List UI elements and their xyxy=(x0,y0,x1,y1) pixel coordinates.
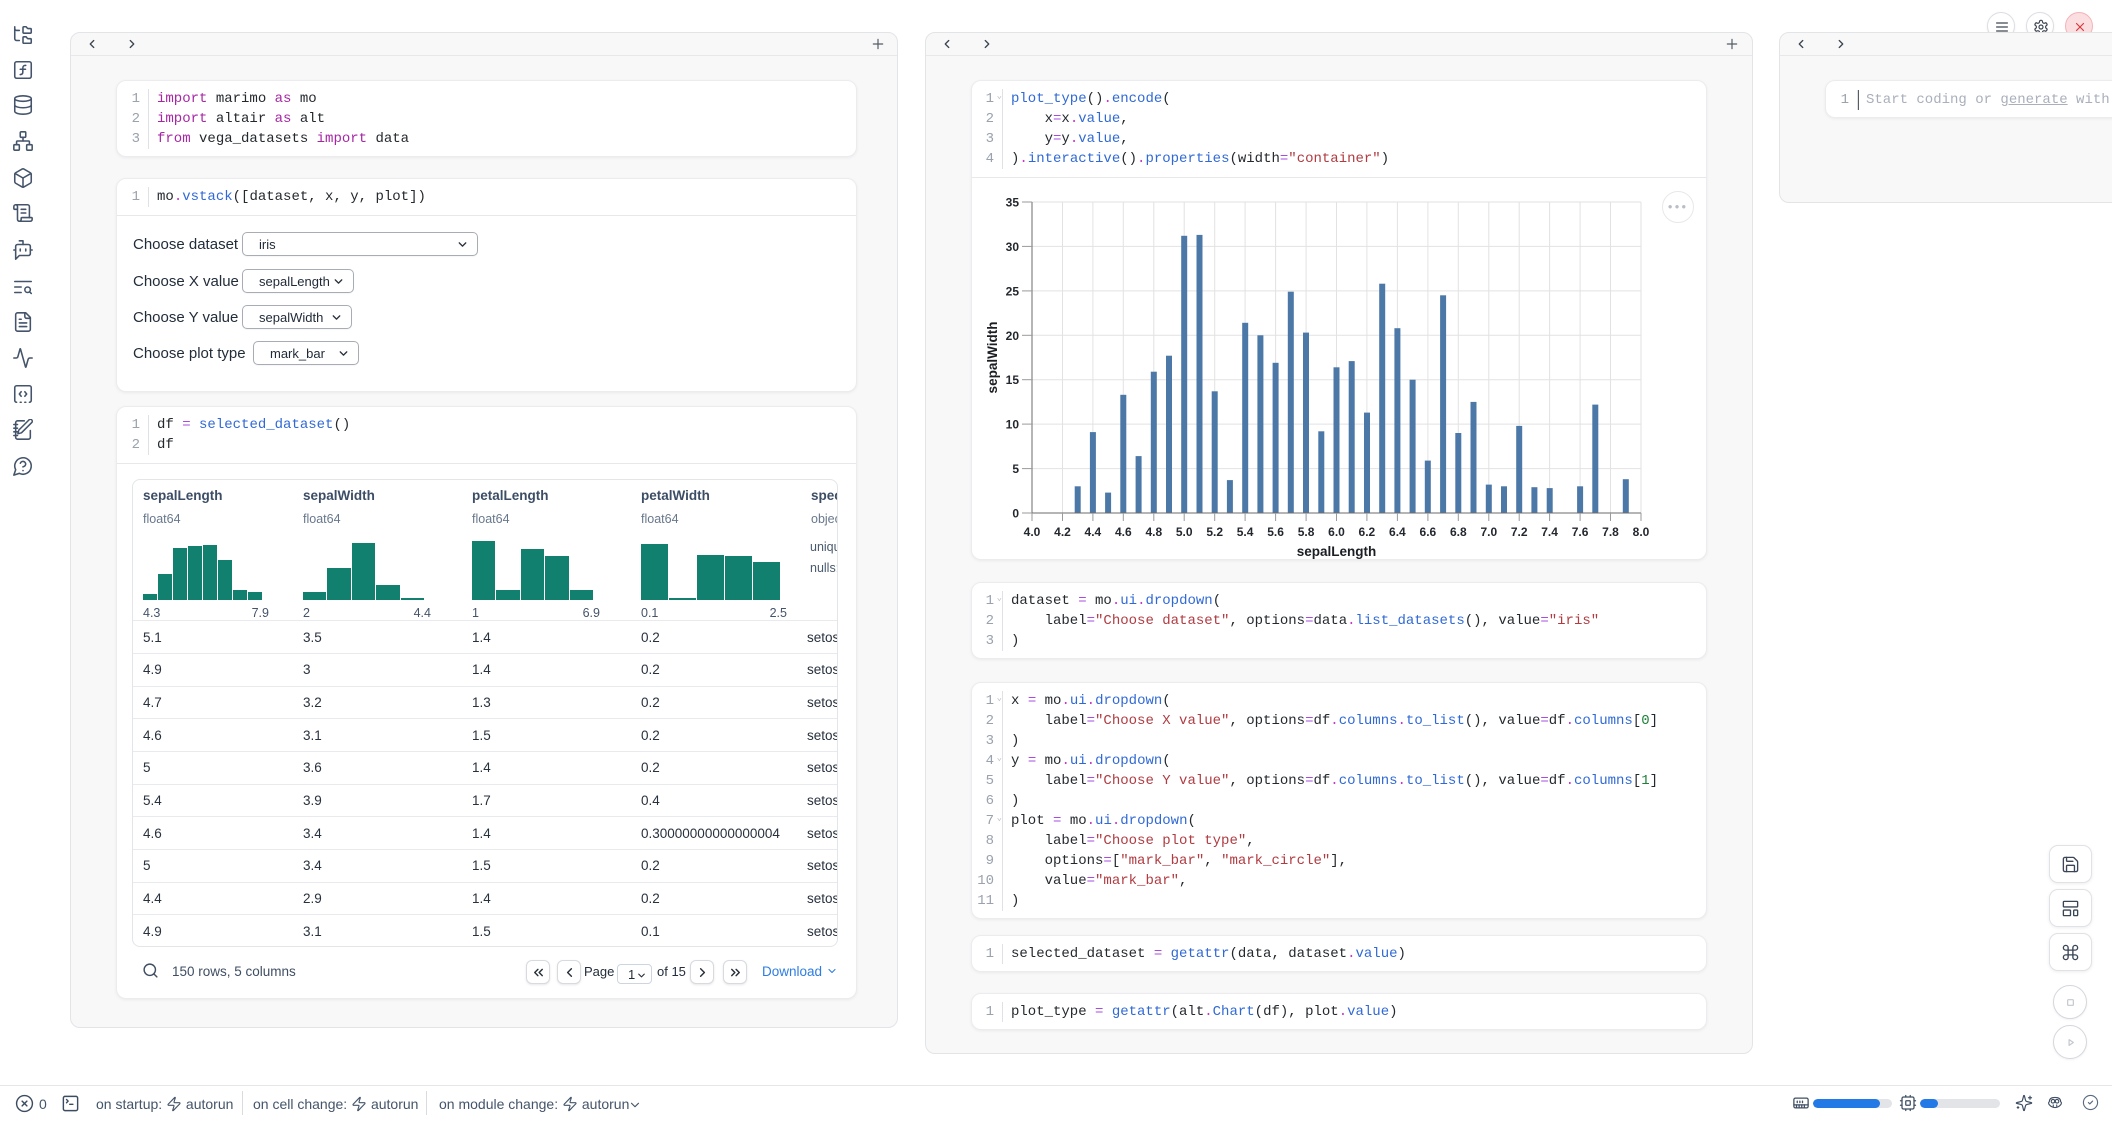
svg-text:0: 0 xyxy=(1012,507,1019,521)
svg-text:7.8: 7.8 xyxy=(1602,525,1619,539)
svg-text:6.8: 6.8 xyxy=(1450,525,1467,539)
svg-text:4.8: 4.8 xyxy=(1145,525,1162,539)
svg-text:5: 5 xyxy=(1012,462,1019,476)
svg-text:4.6: 4.6 xyxy=(1115,525,1132,539)
svg-text:25: 25 xyxy=(1006,284,1020,298)
svg-text:6.2: 6.2 xyxy=(1359,525,1376,539)
svg-text:5.8: 5.8 xyxy=(1298,525,1315,539)
svg-text:35: 35 xyxy=(1006,196,1020,210)
svg-text:10: 10 xyxy=(1006,418,1020,432)
svg-text:sepalLength: sepalLength xyxy=(1297,544,1377,559)
svg-text:5.0: 5.0 xyxy=(1176,525,1193,539)
svg-text:4.2: 4.2 xyxy=(1054,525,1071,539)
svg-text:20: 20 xyxy=(1006,329,1020,343)
svg-text:7.6: 7.6 xyxy=(1572,525,1589,539)
svg-text:5.2: 5.2 xyxy=(1206,525,1223,539)
svg-text:6.4: 6.4 xyxy=(1389,525,1406,539)
svg-text:sepalWidth: sepalWidth xyxy=(985,322,1000,394)
svg-text:7.0: 7.0 xyxy=(1480,525,1497,539)
svg-text:6.6: 6.6 xyxy=(1420,525,1437,539)
svg-text:5.4: 5.4 xyxy=(1237,525,1254,539)
svg-text:5.6: 5.6 xyxy=(1267,525,1284,539)
svg-text:4.4: 4.4 xyxy=(1085,525,1102,539)
svg-text:7.2: 7.2 xyxy=(1511,525,1528,539)
svg-text:7.4: 7.4 xyxy=(1541,525,1558,539)
svg-text:30: 30 xyxy=(1006,240,1020,254)
svg-text:6.0: 6.0 xyxy=(1328,525,1345,539)
svg-text:15: 15 xyxy=(1006,373,1020,387)
svg-text:8.0: 8.0 xyxy=(1633,525,1650,539)
svg-text:4.0: 4.0 xyxy=(1024,525,1041,539)
